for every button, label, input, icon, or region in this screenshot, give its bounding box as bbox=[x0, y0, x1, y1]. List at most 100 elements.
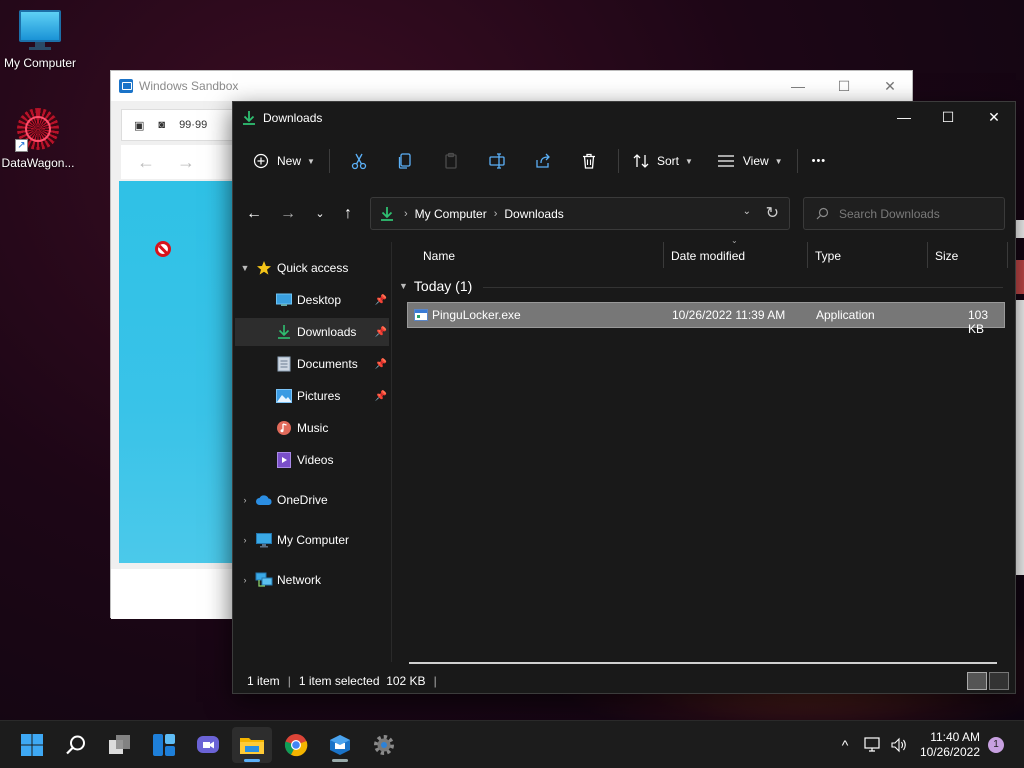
column-divider[interactable] bbox=[807, 242, 808, 268]
column-header-date[interactable]: Date modified bbox=[671, 244, 745, 268]
back-arrow-icon[interactable]: ← bbox=[137, 152, 155, 173]
expand-chevron-icon[interactable]: › bbox=[235, 535, 255, 545]
sandbox-icon bbox=[330, 735, 350, 755]
forward-button[interactable]: → bbox=[273, 196, 303, 232]
nav-onedrive[interactable]: › OneDrive bbox=[235, 486, 389, 514]
navigation-pane: ▼ Quick access Desktop 📌 Downloads 📌 Doc… bbox=[233, 242, 392, 662]
file-explorer-taskbar-button[interactable] bbox=[232, 727, 272, 763]
expand-chevron-icon[interactable]: ▼ bbox=[235, 263, 255, 273]
pin-icon[interactable]: 📌 bbox=[375, 391, 387, 402]
task-view-button[interactable] bbox=[100, 727, 140, 763]
more-options-button[interactable]: ••• bbox=[804, 145, 835, 177]
show-hidden-icons-button[interactable]: ^ bbox=[836, 737, 854, 753]
rename-button[interactable] bbox=[474, 145, 520, 177]
pin-icon[interactable]: 📌 bbox=[375, 327, 387, 338]
nav-item-pictures[interactable]: Pictures 📌 bbox=[235, 382, 389, 410]
minimize-button[interactable]: — bbox=[881, 102, 927, 134]
notification-badge[interactable]: 1 bbox=[988, 737, 1004, 753]
view-button[interactable]: View ▼ bbox=[709, 145, 791, 177]
forward-arrow-icon[interactable]: → bbox=[177, 152, 195, 173]
sandbox-title: Windows Sandbox bbox=[139, 79, 239, 93]
chat-button[interactable] bbox=[188, 727, 228, 763]
gear-icon bbox=[374, 735, 394, 755]
nav-quick-access[interactable]: ▼ Quick access bbox=[235, 254, 389, 282]
volume-icon[interactable] bbox=[890, 737, 908, 753]
paste-button[interactable] bbox=[428, 145, 474, 177]
breadcrumb-my-computer[interactable]: My Computer bbox=[415, 207, 487, 221]
start-button[interactable] bbox=[12, 727, 52, 763]
search-input[interactable] bbox=[839, 206, 989, 221]
horizontal-scrollbar[interactable] bbox=[409, 662, 997, 664]
desktop-icon-my-computer[interactable]: My Computer bbox=[0, 10, 80, 70]
column-header-name[interactable]: Name bbox=[423, 244, 455, 268]
nav-item-videos[interactable]: Videos bbox=[235, 446, 389, 474]
chrome-button[interactable] bbox=[276, 727, 316, 763]
nav-item-downloads[interactable]: Downloads 📌 bbox=[235, 318, 389, 346]
plus-circle-icon bbox=[253, 153, 269, 169]
clock[interactable]: 11:40 AM 10/26/2022 bbox=[920, 730, 980, 760]
sandbox-taskbar-button[interactable] bbox=[320, 727, 360, 763]
sandbox-page-content bbox=[119, 181, 237, 563]
group-header-today[interactable]: ▼ Today (1) bbox=[399, 274, 472, 298]
new-button[interactable]: New ▼ bbox=[245, 145, 323, 177]
back-button[interactable]: ← bbox=[239, 196, 269, 232]
download-icon bbox=[243, 111, 255, 125]
expand-chevron-icon[interactable]: › bbox=[235, 575, 255, 585]
delete-button[interactable] bbox=[566, 145, 612, 177]
toolbar-divider bbox=[796, 149, 798, 173]
close-button[interactable]: ✕ bbox=[971, 102, 1017, 134]
nav-item-documents[interactable]: Documents 📌 bbox=[235, 350, 389, 378]
widgets-button[interactable] bbox=[144, 727, 184, 763]
copy-button[interactable] bbox=[382, 145, 428, 177]
settings-button[interactable] bbox=[364, 727, 404, 763]
tab-page-icon[interactable]: ◙ bbox=[158, 119, 165, 131]
desktop-icon-datawagon[interactable]: ↗ DataWagon... bbox=[0, 106, 78, 170]
nav-network[interactable]: › Network bbox=[235, 566, 389, 594]
status-separator: | bbox=[433, 674, 437, 688]
details-view-button[interactable] bbox=[967, 672, 987, 690]
background-window-edge bbox=[1016, 260, 1024, 294]
copy-icon bbox=[398, 153, 411, 169]
sandbox-bottom-area bbox=[111, 569, 233, 619]
up-button[interactable]: ↑ bbox=[333, 196, 363, 232]
chrome-icon bbox=[284, 734, 308, 757]
file-date: 10/26/2022 11:39 AM bbox=[672, 308, 786, 322]
clock-time: 11:40 AM bbox=[930, 730, 980, 744]
network-icon[interactable] bbox=[864, 737, 882, 753]
address-bar[interactable]: › My Computer › Downloads ⌄ ↻ bbox=[370, 197, 790, 230]
maximize-button[interactable]: ☐ bbox=[925, 102, 971, 134]
breadcrumb-separator-icon: › bbox=[404, 207, 408, 220]
refresh-icon[interactable]: ↻ bbox=[766, 203, 779, 223]
collapse-chevron-icon[interactable]: ▼ bbox=[399, 281, 408, 291]
tiles-view-button[interactable] bbox=[989, 672, 1009, 690]
column-divider[interactable] bbox=[663, 242, 664, 268]
address-dropdown-icon[interactable]: ⌄ bbox=[743, 206, 751, 217]
column-header-type[interactable]: Type bbox=[815, 244, 841, 268]
sandbox-minimize-button[interactable]: — bbox=[775, 71, 821, 101]
windows-logo-icon bbox=[21, 734, 43, 756]
tab-layout-icon[interactable]: ▣ bbox=[134, 119, 144, 132]
back-arrow-icon: ← bbox=[246, 205, 262, 222]
clock-date: 10/26/2022 bbox=[919, 745, 980, 759]
file-row-pingulocker[interactable]: PinguLocker.exe 10/26/2022 11:39 AM Appl… bbox=[407, 302, 1005, 336]
pin-icon[interactable]: 📌 bbox=[375, 359, 387, 370]
share-button[interactable] bbox=[520, 145, 566, 177]
search-button[interactable] bbox=[56, 727, 96, 763]
expand-chevron-icon[interactable]: › bbox=[235, 495, 255, 505]
music-icon bbox=[275, 420, 293, 436]
nav-my-computer[interactable]: › My Computer bbox=[235, 526, 389, 554]
sandbox-tab-text[interactable]: 99·99 bbox=[179, 119, 207, 131]
sandbox-close-button[interactable]: ✕ bbox=[867, 71, 913, 101]
recent-locations-button[interactable]: ⌄ bbox=[305, 196, 335, 232]
nav-item-desktop[interactable]: Desktop 📌 bbox=[235, 286, 389, 314]
sandbox-maximize-button[interactable]: ☐ bbox=[821, 71, 867, 101]
search-box[interactable] bbox=[803, 197, 1005, 230]
nav-item-music[interactable]: Music bbox=[235, 414, 389, 442]
column-divider[interactable] bbox=[927, 242, 928, 268]
column-header-size[interactable]: Size bbox=[935, 244, 958, 268]
pin-icon[interactable]: 📌 bbox=[375, 295, 387, 306]
cut-button[interactable] bbox=[336, 145, 382, 177]
breadcrumb-downloads[interactable]: Downloads bbox=[504, 207, 563, 221]
column-divider[interactable] bbox=[1007, 242, 1008, 268]
sort-button[interactable]: Sort ▼ bbox=[625, 145, 701, 177]
